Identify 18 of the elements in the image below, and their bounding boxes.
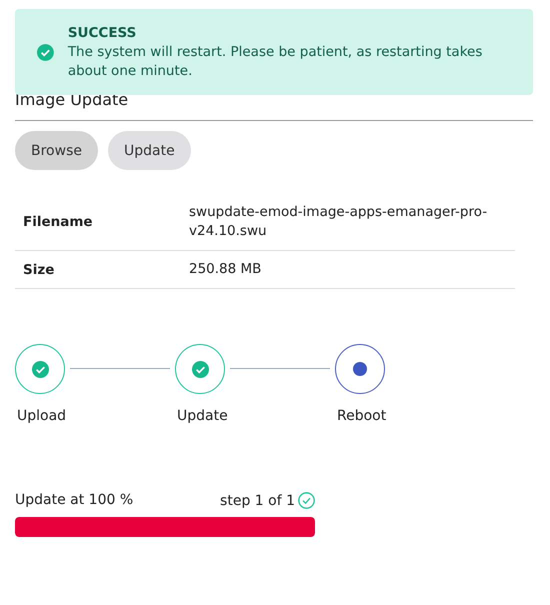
step-count: step 1 of 1 <box>220 492 295 508</box>
row-label: Size <box>22 262 56 278</box>
row-value: swupdate-emod-image-apps-emanager-pro-v24.10.swu <box>189 203 488 241</box>
progress-label: Update at 100 % <box>15 492 134 509</box>
notification-title: SUCCESS <box>68 24 138 42</box>
step-label: Reboot <box>336 408 388 424</box>
check-circle-icon <box>32 360 48 378</box>
notification-message: The system will restart. Please be patient, as restarting takes about one minute. <box>68 42 484 80</box>
row-value: 250.88 MB <box>189 260 262 279</box>
check-circle-icon <box>192 360 208 378</box>
step-label: Upload <box>16 408 68 424</box>
update-button[interactable]: Update <box>108 131 191 170</box>
check-circle-icon <box>37 42 54 62</box>
browse-button[interactable]: Browse <box>15 131 98 170</box>
dot-icon <box>352 361 368 377</box>
section-title: Image Update <box>15 90 128 110</box>
row-label: Filename <box>22 214 94 230</box>
step-label: Update <box>176 408 229 424</box>
